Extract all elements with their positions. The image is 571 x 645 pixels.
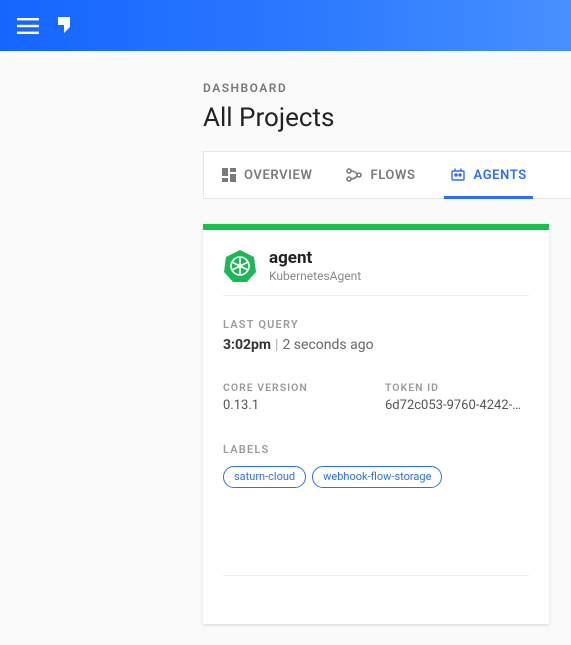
core-version-label: CORE VERSION — [223, 381, 367, 394]
main-content: DASHBOARD All Projects OVERVIEW — [203, 81, 571, 624]
token-id-block: TOKEN ID 6d72c053-9760-4242-… — [385, 381, 529, 413]
last-query-relative: 2 seconds ago — [282, 337, 373, 353]
top-bar — [0, 0, 571, 51]
tab-label: OVERVIEW — [244, 168, 312, 183]
label-chip[interactable]: webhook-flow-storage — [312, 466, 442, 488]
agent-header: agent KubernetesAgent — [223, 248, 529, 296]
agents-icon — [450, 168, 466, 182]
dashboard-icon — [222, 168, 236, 182]
page-title: All Projects — [203, 103, 571, 133]
agent-name: agent — [269, 248, 361, 268]
label-chip[interactable]: saturn-cloud — [223, 466, 306, 488]
token-id-label: TOKEN ID — [385, 381, 529, 394]
tab-label: AGENTS — [474, 168, 527, 183]
flow-icon — [346, 168, 362, 182]
labels-label: LABELS — [223, 443, 529, 456]
last-query-label: LAST QUERY — [223, 318, 529, 331]
card-divider — [223, 575, 529, 576]
separator: | — [275, 337, 278, 353]
tabs-bar: OVERVIEW FLOWS — [203, 151, 571, 199]
tab-agents[interactable]: AGENTS — [450, 152, 527, 198]
last-query-value: 3:02pm|2 seconds ago — [223, 337, 529, 353]
agent-type: KubernetesAgent — [269, 269, 361, 283]
core-version-value: 0.13.1 — [223, 398, 367, 413]
agent-card: agent KubernetesAgent LAST QUERY 3:02pm|… — [203, 224, 549, 624]
labels-chips: saturn-cloud webhook-flow-storage — [223, 466, 529, 488]
menu-icon[interactable] — [14, 12, 42, 40]
core-version-block: CORE VERSION 0.13.1 — [223, 381, 367, 413]
kubernetes-icon — [223, 249, 257, 283]
brand-logo[interactable] — [56, 15, 74, 37]
tab-label: FLOWS — [370, 168, 415, 183]
tab-overview[interactable]: OVERVIEW — [222, 152, 312, 198]
breadcrumb: DASHBOARD — [203, 81, 571, 95]
token-id-value: 6d72c053-9760-4242-… — [385, 398, 529, 413]
tab-flows[interactable]: FLOWS — [346, 152, 415, 198]
last-query-time: 3:02pm — [223, 337, 271, 353]
